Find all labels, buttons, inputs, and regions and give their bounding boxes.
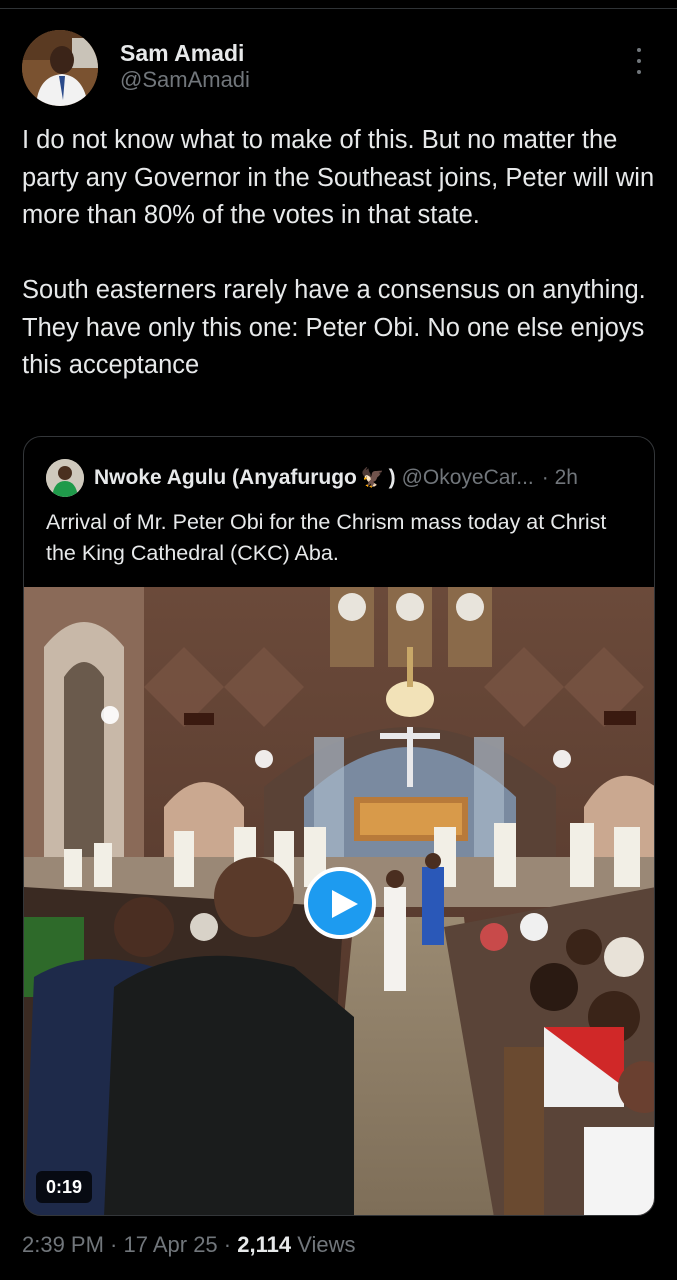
eagle-emoji: 🦅 bbox=[360, 468, 385, 489]
author-handle[interactable]: @SamAmadi bbox=[120, 66, 250, 94]
quoted-author-handle[interactable]: @OkoyeCar... bbox=[402, 466, 534, 490]
quoted-author-avatar[interactable] bbox=[46, 459, 84, 497]
top-divider bbox=[0, 8, 677, 9]
quoted-tweet[interactable]: Nwoke Agulu (Anyafurugo 🦅 ) @OkoyeCar...… bbox=[23, 436, 655, 1216]
views-count: 2,114 bbox=[237, 1232, 292, 1257]
author-display-name[interactable]: Sam Amadi bbox=[120, 40, 250, 66]
more-vertical-icon[interactable] bbox=[629, 48, 649, 74]
views-label: Views bbox=[291, 1232, 356, 1257]
tweet-header: Sam Amadi @SamAmadi bbox=[22, 30, 655, 108]
quoted-tweet-text: Arrival of Mr. Peter Obi for the Chrism … bbox=[46, 510, 607, 565]
play-icon bbox=[332, 890, 358, 918]
video-duration: 0:19 bbox=[36, 1171, 93, 1203]
quoted-time[interactable]: · 2h bbox=[542, 466, 578, 490]
tweet-meta: 2:39 PM · 17 Apr 25 · 2,114 Views bbox=[22, 1232, 355, 1258]
author-avatar[interactable] bbox=[22, 30, 98, 106]
tweet-text: I do not know what to make of this. But … bbox=[22, 126, 655, 379]
tweet-timestamp[interactable]: 2:39 PM · 17 Apr 25 · bbox=[22, 1232, 237, 1257]
quoted-author-display-name[interactable]: Nwoke Agulu (Anyafurugo bbox=[94, 466, 357, 490]
play-button[interactable] bbox=[304, 867, 376, 939]
quoted-tweet-header: Nwoke Agulu (Anyafurugo 🦅 ) @OkoyeCar...… bbox=[46, 459, 578, 497]
video-player[interactable]: 0:19 bbox=[24, 587, 654, 1215]
quoted-author-name-close: ) bbox=[388, 466, 396, 489]
